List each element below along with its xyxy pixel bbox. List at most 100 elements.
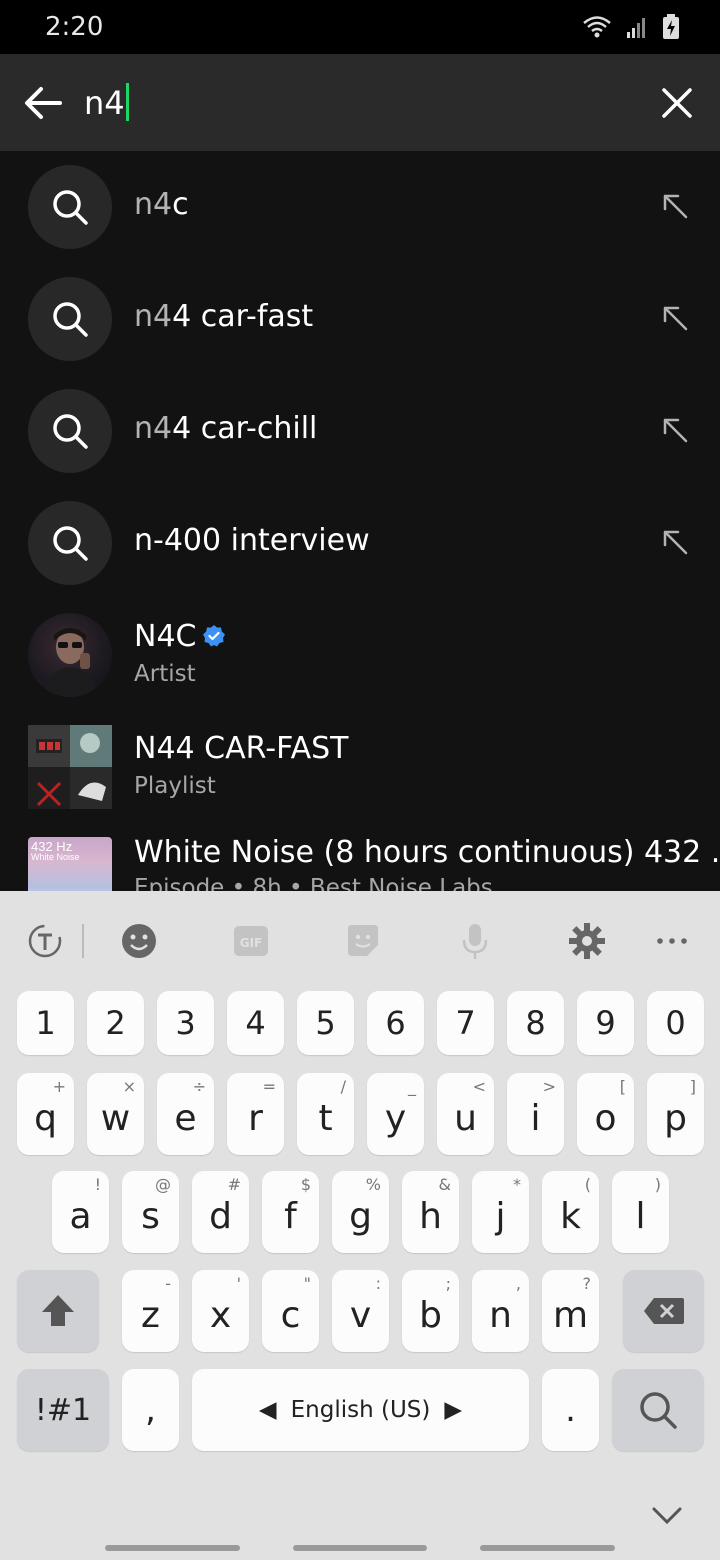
microphone-icon[interactable] [455, 921, 495, 961]
suggestion-row[interactable]: n-400 interview [0, 487, 720, 599]
search-results: n4c n44 car-fast n44 car-chill n-400 int… [0, 151, 720, 891]
search-icon [53, 414, 88, 449]
on-screen-keyboard: GIF 1 2 3 4 5 6 7 8 9 0 + q × w ÷ e = r / t _… [0, 891, 720, 1560]
key-7[interactable]: 7 [437, 991, 494, 1055]
suggestion-row[interactable]: n44 car-chill [0, 375, 720, 487]
key-0[interactable]: 0 [647, 991, 704, 1055]
clear-icon[interactable] [658, 84, 696, 122]
artist-result-row[interactable]: N4C Artist [0, 599, 720, 711]
key-h[interactable]: & h [402, 1171, 459, 1253]
emoji-icon[interactable] [119, 921, 159, 961]
suggestion-text: n-400 interview [134, 523, 370, 558]
key-v[interactable]: :v [332, 1270, 389, 1352]
suggestion-text: n44 car-chill [134, 411, 318, 446]
episode-result-row[interactable]: 432 Hz White Noise White Noise (8 hours … [0, 823, 720, 891]
hide-keyboard-chevron-icon[interactable] [650, 1503, 684, 1529]
search-icon [640, 1392, 677, 1429]
key-b[interactable]: ; b [402, 1270, 459, 1352]
keyboard-toolbar: GIF [0, 891, 720, 991]
text-cursor [125, 83, 129, 121]
suggestion-row[interactable]: n44 car-fast [0, 263, 720, 375]
key-q[interactable]: + q [17, 1073, 74, 1155]
key-8[interactable]: 8 [507, 991, 564, 1055]
back-arrow-icon[interactable] [20, 80, 66, 126]
svg-text:GIF: GIF [240, 936, 263, 950]
suggestion-text: n44 car-fast [134, 299, 314, 334]
key-k[interactable]: (k [542, 1171, 599, 1253]
shift-arrow-icon [42, 1295, 74, 1326]
key-j[interactable]: * j [472, 1171, 529, 1253]
nav-handle-left [105, 1545, 240, 1551]
space-key[interactable]: ◀ English (US) ▶ [192, 1369, 529, 1451]
episode-cover-subtext: White Noise [31, 852, 80, 862]
search-bar: n4 [0, 54, 720, 151]
key-l[interactable]: ) l [612, 1171, 669, 1253]
key-g[interactable]: % g [332, 1171, 389, 1253]
search-input[interactable]: n4 [84, 83, 129, 122]
fill-query-arrow-icon[interactable] [658, 413, 692, 447]
sticker-icon[interactable] [343, 921, 383, 961]
key-w[interactable]: × w [87, 1073, 144, 1155]
key-p[interactable]: ] p [647, 1073, 704, 1155]
key-a[interactable]: ! a [52, 1171, 109, 1253]
space-language-label: English (US) [290, 1397, 431, 1423]
language-right-icon: ▶ [444, 1397, 463, 1423]
artist-name: N4C [134, 619, 226, 654]
search-query-text: n4 [84, 84, 125, 122]
gif-icon[interactable]: GIF [231, 921, 271, 961]
key-x[interactable]: ' x [192, 1270, 249, 1352]
search-icon [53, 302, 88, 337]
shift-key[interactable] [17, 1270, 99, 1352]
key-9[interactable]: 9 [577, 991, 634, 1055]
backspace-key[interactable] [623, 1270, 704, 1352]
result-type: Artist [134, 661, 196, 687]
key-f[interactable]: $ f [262, 1171, 319, 1253]
key-5[interactable]: 5 [297, 991, 354, 1055]
key-o[interactable]: [o [577, 1073, 634, 1155]
key-u[interactable]: < u [437, 1073, 494, 1155]
key-1[interactable]: 1 [17, 991, 74, 1055]
period-key[interactable]: . [542, 1369, 599, 1451]
key-4[interactable]: 4 [227, 991, 284, 1055]
gear-icon[interactable] [567, 921, 607, 961]
search-key[interactable] [612, 1369, 704, 1451]
key-3[interactable]: 3 [157, 991, 214, 1055]
key-6[interactable]: 6 [367, 991, 424, 1055]
language-left-icon: ◀ [258, 1397, 277, 1423]
verified-badge-icon [203, 624, 226, 646]
key-s[interactable]: @ s [122, 1171, 179, 1253]
key-r[interactable]: = r [227, 1073, 284, 1155]
key-z[interactable]: -z [122, 1270, 179, 1352]
key-n[interactable]: ,n [472, 1270, 529, 1352]
fill-query-arrow-icon[interactable] [658, 301, 692, 335]
symbols-key[interactable]: !#1 [17, 1369, 109, 1451]
more-options-icon[interactable] [652, 921, 692, 961]
key-i[interactable]: > i [507, 1073, 564, 1155]
battery-charging-icon [663, 14, 679, 39]
fill-query-arrow-icon[interactable] [658, 189, 692, 223]
key-y[interactable]: _ y [367, 1073, 424, 1155]
comma-key[interactable]: , [122, 1369, 179, 1451]
search-icon [53, 190, 88, 225]
nav-handle-center[interactable] [293, 1545, 427, 1551]
search-icon [53, 526, 88, 561]
key-d[interactable]: # d [192, 1171, 249, 1253]
key-e[interactable]: ÷ e [157, 1073, 214, 1155]
suggestion-text: n4c [134, 187, 189, 222]
wifi-icon [583, 16, 611, 38]
key-2[interactable]: 2 [87, 991, 144, 1055]
status-time: 2:20 [45, 12, 104, 42]
key-m[interactable]: ? m [542, 1270, 599, 1352]
result-type: Playlist [134, 773, 216, 799]
fill-query-arrow-icon[interactable] [658, 525, 692, 559]
signal-icon [627, 18, 645, 38]
playlist-result-row[interactable]: N44 CAR-FAST Playlist [0, 711, 720, 823]
playlist-cover [28, 725, 112, 809]
episode-cover: 432 Hz White Noise [28, 837, 112, 891]
text-tools-icon[interactable] [25, 921, 65, 961]
artist-avatar [28, 613, 112, 697]
key-t[interactable]: / t [297, 1073, 354, 1155]
key-c[interactable]: " c [262, 1270, 319, 1352]
suggestion-row[interactable]: n4c [0, 151, 720, 263]
episode-meta: Episode • 8h • Best Noise Labs [134, 875, 493, 891]
